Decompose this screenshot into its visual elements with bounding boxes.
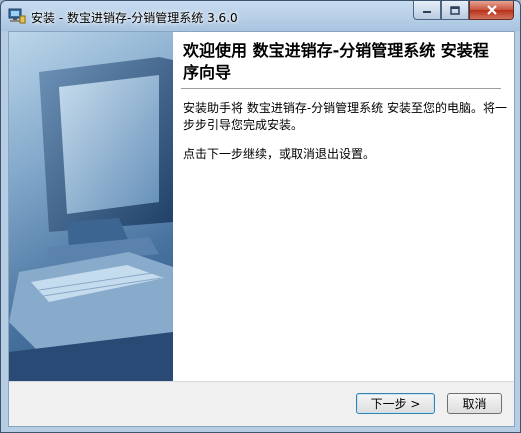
minimize-icon xyxy=(423,11,431,13)
footer-divider xyxy=(9,381,514,382)
wizard-content: 欢迎使用 数宝进销存-分销管理系统 安装程序向导 安装助手将 数宝进销存-分销管… xyxy=(173,32,514,381)
installer-window: 安装 - 数宝进销存-分销管理系统 3.6.0 欢迎使用 数宝进销存-分销管理系… xyxy=(0,0,521,433)
instruction-text: 点击下一步继续，或取消退出设置。 xyxy=(183,147,376,161)
window-title: 安装 - 数宝进销存-分销管理系统 3.6.0 xyxy=(31,11,238,25)
window-controls xyxy=(413,1,514,20)
wizard-side-image xyxy=(9,32,173,381)
next-button[interactable]: 下一步 > xyxy=(356,393,435,414)
title-bar[interactable]: 安装 - 数宝进销存-分销管理系统 3.6.0 xyxy=(1,1,520,31)
heading-divider xyxy=(181,88,501,89)
maximize-icon xyxy=(450,5,460,15)
close-button[interactable] xyxy=(469,1,514,20)
maximize-button[interactable] xyxy=(441,1,469,20)
cancel-button[interactable]: 取消 xyxy=(447,393,502,414)
minimize-button[interactable] xyxy=(413,1,441,20)
computer-illustration xyxy=(9,57,173,381)
close-icon xyxy=(486,5,497,15)
wizard-body: 欢迎使用 数宝进销存-分销管理系统 安装程序向导 安装助手将 数宝进销存-分销管… xyxy=(8,31,515,427)
installer-icon xyxy=(8,8,26,24)
intro-text: 安装助手将 数宝进销存-分销管理系统 安装至您的电脑。将一步步引导您完成安装。 xyxy=(183,101,507,132)
welcome-heading: 欢迎使用 数宝进销存-分销管理系统 安装程序向导 xyxy=(183,41,489,82)
